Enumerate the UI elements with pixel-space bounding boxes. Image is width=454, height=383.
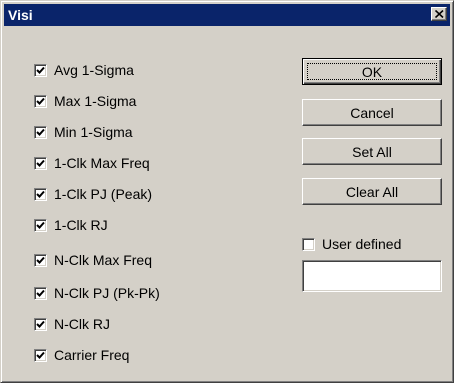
- close-button[interactable]: [431, 7, 447, 21]
- cancel-button[interactable]: Cancel: [302, 99, 442, 126]
- checkbox-label: User defined: [322, 236, 402, 252]
- checkbox-box[interactable]: [34, 156, 47, 170]
- checkbox-label: N-Clk Max Freq: [54, 252, 153, 268]
- close-icon: [435, 10, 444, 18]
- checkbox-label: 1-Clk Max Freq: [54, 155, 150, 171]
- checkbox-box[interactable]: [34, 317, 47, 331]
- window-title: Visi: [8, 7, 33, 23]
- set-all-button-label: Set All: [352, 143, 392, 160]
- checkbox-1-clk-pj-peak[interactable]: 1-Clk PJ (Peak): [34, 185, 152, 203]
- checkbox-label: Avg 1-Sigma: [54, 62, 134, 78]
- checkbox-box[interactable]: [34, 187, 47, 201]
- checkbox-box[interactable]: [34, 94, 47, 108]
- ok-button[interactable]: OK: [302, 58, 442, 85]
- checkbox-label: 1-Clk PJ (Peak): [54, 186, 153, 202]
- checkmark-icon: [36, 159, 45, 167]
- checkbox-min-1-sigma[interactable]: Min 1-Sigma: [34, 123, 133, 141]
- checkmark-icon: [36, 221, 45, 229]
- checkbox-label: Carrier Freq: [54, 347, 130, 363]
- checkbox-n-clk-pj-pk-pk[interactable]: N-Clk PJ (Pk-Pk): [34, 284, 160, 302]
- checkbox-box[interactable]: [302, 237, 315, 251]
- checkbox-user-defined[interactable]: User defined: [302, 235, 401, 253]
- title-bar[interactable]: Visi: [4, 4, 450, 26]
- clear-all-button[interactable]: Clear All: [302, 178, 442, 205]
- checkbox-carrier-freq[interactable]: Carrier Freq: [34, 346, 129, 364]
- checkbox-label: Max 1-Sigma: [54, 93, 137, 109]
- checkmark-icon: [36, 190, 45, 198]
- checkbox-1-clk-rj[interactable]: 1-Clk RJ: [34, 216, 108, 234]
- checkmark-icon: [36, 66, 45, 74]
- checkbox-n-clk-max-freq[interactable]: N-Clk Max Freq: [34, 251, 152, 269]
- checkbox-box[interactable]: [34, 63, 47, 77]
- checkbox-n-clk-rj[interactable]: N-Clk RJ: [34, 315, 110, 333]
- checkbox-1-clk-max-freq[interactable]: 1-Clk Max Freq: [34, 154, 150, 172]
- checkbox-avg-1-sigma[interactable]: Avg 1-Sigma: [34, 61, 134, 79]
- checkmark-icon: [36, 97, 45, 105]
- set-all-button[interactable]: Set All: [302, 138, 442, 165]
- checkmark-icon: [36, 320, 45, 328]
- checkbox-label: Min 1-Sigma: [54, 124, 133, 140]
- cancel-button-label: Cancel: [350, 104, 394, 121]
- user-defined-input[interactable]: [302, 260, 442, 292]
- checkmark-icon: [36, 256, 45, 264]
- clear-all-button-label: Clear All: [345, 183, 399, 200]
- checkbox-box[interactable]: [34, 286, 47, 300]
- checkmark-icon: [36, 289, 45, 297]
- checkbox-box[interactable]: [34, 348, 47, 362]
- checkbox-label: 1-Clk RJ: [54, 217, 108, 233]
- checkbox-label: N-Clk RJ: [54, 316, 110, 332]
- checkmark-icon: [36, 128, 45, 136]
- ok-button-label: OK: [361, 63, 383, 80]
- checkbox-box[interactable]: [34, 253, 47, 267]
- checkbox-label: N-Clk PJ (Pk-Pk): [54, 285, 160, 301]
- checkmark-icon: [36, 351, 45, 359]
- checkbox-max-1-sigma[interactable]: Max 1-Sigma: [34, 92, 136, 110]
- visi-dialog: Visi Avg 1-Sigma Max 1-Sigma Min 1-Sigma…: [0, 0, 454, 383]
- checkbox-box[interactable]: [34, 125, 47, 139]
- checkbox-box[interactable]: [34, 218, 47, 232]
